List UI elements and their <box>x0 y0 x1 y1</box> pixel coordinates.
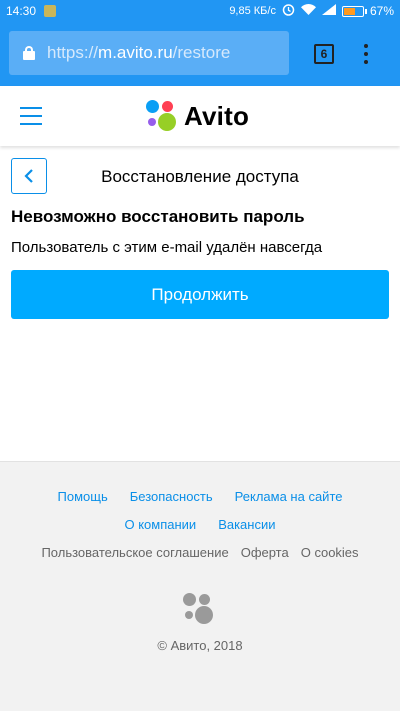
alarm-icon <box>282 3 295 19</box>
browser-toolbar: https://m.avito.ru/restore 6 <box>0 22 400 86</box>
site-header: Avito <box>0 86 400 146</box>
avito-logo-icon <box>146 100 178 132</box>
status-right: 9,85 КБ/с 67% <box>229 3 394 19</box>
footer-link-user-agreement[interactable]: Пользовательское соглашение <box>41 545 228 560</box>
url-bar[interactable]: https://m.avito.ru/restore <box>9 31 289 75</box>
footer-links-legal: Пользовательское соглашение Оферта О coo… <box>0 545 400 560</box>
battery-icon <box>341 5 367 17</box>
back-button[interactable] <box>11 158 47 194</box>
avito-logo[interactable]: Avito <box>146 100 249 132</box>
footer-logo-icon <box>183 593 215 625</box>
hamburger-menu-icon[interactable] <box>20 107 42 125</box>
overflow-menu-icon[interactable] <box>362 42 370 66</box>
lock-icon <box>23 46 35 60</box>
battery-percent: 67% <box>369 4 394 18</box>
signal-icon <box>321 4 336 18</box>
network-speed: 9,85 КБ/с <box>229 5 276 17</box>
copyright: © Авито, 2018 <box>157 638 243 653</box>
battery-level <box>343 7 356 15</box>
footer-link-help[interactable]: Помощь <box>58 489 108 504</box>
notification-icon <box>44 5 57 17</box>
footer-link-jobs[interactable]: Вакансии <box>218 517 275 532</box>
status-time: 14:30 <box>6 4 37 18</box>
footer-links-primary: Помощь Безопасность Реклама на сайте <box>0 489 400 504</box>
chevron-left-icon <box>24 169 33 183</box>
page-title: Восстановление доступа <box>101 167 299 186</box>
logo-text: Avito <box>184 100 250 131</box>
footer-link-cookies[interactable]: О cookies <box>301 545 359 560</box>
status-bar: 14:30 9,85 КБ/с 67% <box>0 0 400 22</box>
tab-switcher-button[interactable]: 6 <box>314 44 334 64</box>
footer-link-offer[interactable]: Оферта <box>241 545 289 560</box>
error-heading: Невозможно восстановить пароль <box>11 207 305 226</box>
footer-link-advertising[interactable]: Реклама на сайте <box>235 489 343 504</box>
continue-button[interactable]: Продолжить <box>11 270 389 319</box>
url-text[interactable]: https://m.avito.ru/restore <box>47 43 230 63</box>
footer-links-company: О компании Вакансии <box>0 517 400 532</box>
footer-link-security[interactable]: Безопасность <box>130 489 213 504</box>
wifi-icon <box>300 4 316 18</box>
footer-link-about[interactable]: О компании <box>124 517 196 532</box>
footer: Помощь Безопасность Реклама на сайте О к… <box>0 461 400 711</box>
error-message: Пользователь с этим e-mail удалён навсег… <box>11 239 323 256</box>
